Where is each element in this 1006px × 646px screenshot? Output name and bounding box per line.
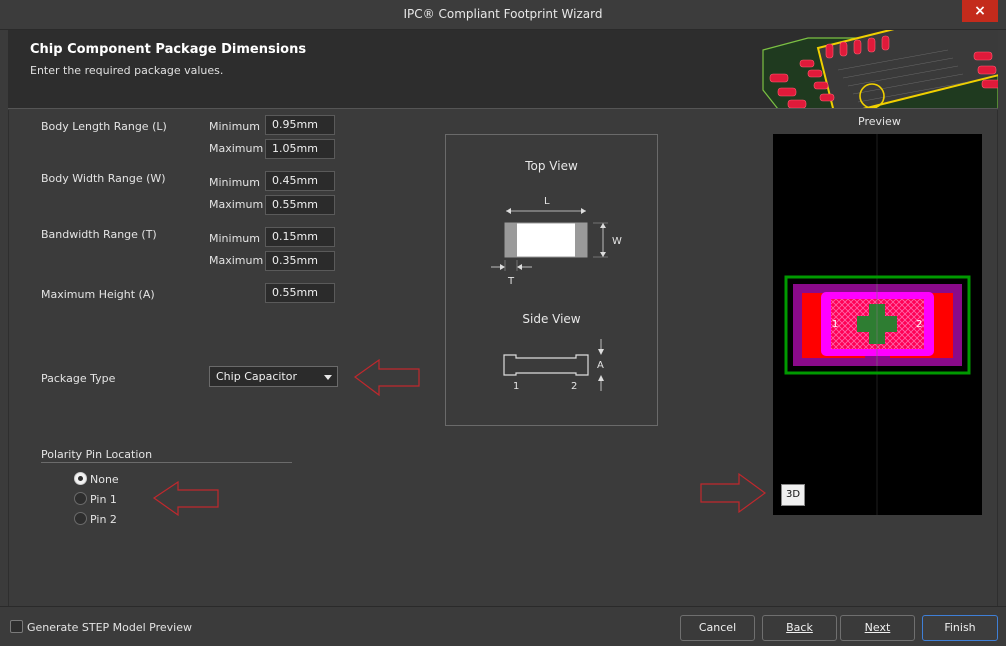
body-width-max-label: Maximum	[209, 198, 264, 211]
package-type-value: Chip Capacitor	[216, 370, 298, 383]
page-subtitle: Enter the required package values.	[30, 64, 224, 77]
pin-2-label: 2	[571, 381, 578, 392]
bandwidth-label: Bandwidth Range (T)	[41, 228, 157, 241]
bandwidth-min-field[interactable]: 0.15mm	[265, 227, 335, 247]
arrow-annotation-icon	[152, 480, 219, 517]
package-type-dropdown[interactable]: Chip Capacitor	[209, 366, 338, 387]
preview-label: Preview	[858, 115, 901, 128]
body-width-min-field[interactable]: 0.45mm	[265, 171, 335, 191]
bandwidth-max-label: Maximum	[209, 254, 264, 267]
body-width-min-label: Minimum	[209, 176, 260, 189]
package-diagram: Top View Side View L W T A 1 2	[445, 134, 658, 426]
body-length-min-label: Minimum	[209, 120, 260, 133]
close-icon[interactable]: ×	[962, 0, 998, 22]
footprint-preview[interactable]: 1 2	[773, 134, 982, 515]
arrow-annotation-icon	[353, 358, 420, 397]
polarity-radio-pin1[interactable]	[74, 492, 87, 505]
step-preview-label: Generate STEP Model Preview	[27, 621, 192, 634]
back-button[interactable]: Back	[762, 615, 837, 641]
pad-1-label: 1	[832, 319, 839, 330]
polarity-radio-none[interactable]	[74, 472, 87, 485]
cancel-button[interactable]: Cancel	[680, 615, 755, 641]
dim-t-label: T	[508, 276, 515, 287]
pad-2-label: 2	[916, 319, 923, 330]
polarity-option-label: Pin 1	[90, 493, 117, 506]
body-length-max-label: Maximum	[209, 142, 264, 155]
polarity-option-label: Pin 2	[90, 513, 117, 526]
polarity-divider	[41, 462, 292, 463]
page-title: Chip Component Package Dimensions	[30, 42, 307, 57]
body-length-max-field[interactable]: 1.05mm	[265, 139, 335, 159]
polarity-option-label: None	[90, 473, 119, 486]
dim-a-label: A	[597, 360, 604, 371]
max-height-label: Maximum Height (A)	[41, 288, 155, 301]
max-height-field[interactable]: 0.55mm	[265, 283, 335, 303]
body-width-label: Body Width Range (W)	[41, 172, 166, 185]
body-length-label: Body Length Range (L)	[41, 120, 167, 133]
package-drawing	[491, 208, 608, 391]
wizard-header: Chip Component Package Dimensions Enter …	[8, 30, 998, 109]
window-title: IPC® Compliant Footprint Wizard	[403, 7, 603, 21]
polarity-radio-pin2[interactable]	[74, 512, 87, 525]
arrow-annotation-icon	[700, 472, 767, 514]
package-type-label: Package Type	[41, 372, 116, 385]
finish-button[interactable]: Finish	[922, 615, 998, 641]
dim-l-label: L	[544, 196, 550, 207]
bandwidth-min-label: Minimum	[209, 232, 260, 245]
bandwidth-max-field[interactable]: 0.35mm	[265, 251, 335, 271]
dim-w-label: W	[612, 236, 622, 247]
body-length-min-field[interactable]: 0.95mm	[265, 115, 335, 135]
pcb-banner-image	[748, 30, 998, 108]
next-button[interactable]: Next	[840, 615, 915, 641]
footprint-drawing	[784, 134, 971, 515]
pin-1-label: 1	[513, 381, 520, 392]
next-button-label: Next	[864, 621, 891, 634]
back-button-label: Back	[786, 621, 813, 634]
footer-divider	[0, 606, 1006, 607]
body-width-max-field[interactable]: 0.55mm	[265, 195, 335, 215]
polarity-title: Polarity Pin Location	[41, 448, 153, 461]
dropdown-chevron-icon	[324, 375, 332, 380]
view-3d-button[interactable]: 3D	[781, 484, 805, 506]
step-preview-checkbox[interactable]	[10, 620, 23, 633]
